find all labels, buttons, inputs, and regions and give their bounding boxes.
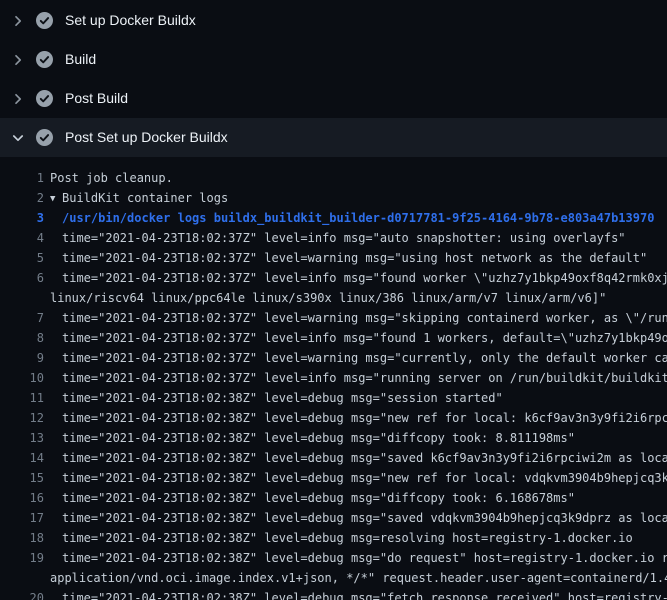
line-number[interactable]: 19 [0, 548, 44, 568]
log-row: 8 time="2021-04-23T18:02:37Z" level=info … [0, 328, 667, 348]
line-number [0, 288, 44, 308]
line-number[interactable]: 6 [0, 268, 44, 288]
line-number[interactable]: 20 [0, 588, 44, 600]
log-row: 14 time="2021-04-23T18:02:38Z" level=debu… [0, 448, 667, 468]
log-text: time="2021-04-23T18:02:38Z" level=debug … [62, 391, 503, 405]
log-text: time="2021-04-23T18:02:37Z" level=info m… [62, 231, 626, 245]
log-text: time="2021-04-23T18:02:37Z" level=warnin… [62, 251, 647, 265]
log-row: 5 time="2021-04-23T18:02:37Z" level=warni… [0, 248, 667, 268]
log-lines: 1 Post job cleanup. 2 ▼BuildKit container l… [0, 157, 667, 600]
log-row: 4 time="2021-04-23T18:02:37Z" level=info … [0, 228, 667, 248]
log-text: /usr/bin/docker logs buildx_buildkit_bui… [62, 211, 654, 225]
log-row: 18 time="2021-04-23T18:02:38Z" level=debu… [0, 528, 667, 548]
log-continuation-row: linux/riscv64 linux/ppc64le linux/s390x … [0, 288, 667, 308]
step-row[interactable]: Set up Docker Buildx [0, 1, 667, 40]
log-continuation-row: application/vnd.oci.image.index.v1+json,… [0, 568, 667, 588]
log-text: time="2021-04-23T18:02:38Z" level=debug … [62, 511, 667, 525]
log-text: time="2021-04-23T18:02:38Z" level=debug … [62, 451, 667, 465]
step-label: Post Set up Docker Buildx [65, 118, 228, 157]
log-row: 17 time="2021-04-23T18:02:38Z" level=debu… [0, 508, 667, 528]
line-number[interactable]: 7 [0, 308, 44, 328]
line-number[interactable]: 11 [0, 388, 44, 408]
check-circle-icon [36, 12, 53, 29]
log-text: BuildKit container logs [62, 191, 228, 205]
line-number[interactable]: 15 [0, 468, 44, 488]
check-circle-icon [36, 90, 53, 107]
log-command-row: 3/usr/bin/docker logs buildx_buildkit_bu… [0, 208, 667, 228]
log-row: 1 Post job cleanup. [0, 168, 667, 188]
line-number[interactable]: 2 [0, 188, 44, 208]
chevron-right-icon[interactable] [10, 13, 26, 29]
chevron-down-icon[interactable] [10, 130, 26, 146]
line-number[interactable]: 9 [0, 348, 44, 368]
log-row: 12 time="2021-04-23T18:02:38Z" level=debu… [0, 408, 667, 428]
log-text: time="2021-04-23T18:02:37Z" level=info m… [62, 371, 667, 385]
line-number[interactable]: 10 [0, 368, 44, 388]
log-text: time="2021-04-23T18:02:38Z" level=debug … [62, 591, 667, 600]
step-label: Post Build [65, 79, 128, 118]
chevron-right-icon[interactable] [10, 91, 26, 107]
log-row: 13 time="2021-04-23T18:02:38Z" level=debu… [0, 428, 667, 448]
line-number[interactable]: 4 [0, 228, 44, 248]
step-row[interactable]: Post Build [0, 79, 667, 118]
log-text: time="2021-04-23T18:02:38Z" level=debug … [62, 491, 575, 505]
step-row[interactable]: Post Set up Docker Buildx [0, 118, 667, 157]
line-number[interactable]: 8 [0, 328, 44, 348]
log-text: application/vnd.oci.image.index.v1+json,… [50, 571, 667, 585]
log-text: time="2021-04-23T18:02:37Z" level=warnin… [62, 351, 667, 365]
log-text: time="2021-04-23T18:02:38Z" level=debug … [62, 531, 633, 545]
line-number[interactable]: 16 [0, 488, 44, 508]
log-row: 19 time="2021-04-23T18:02:38Z" level=debu… [0, 548, 667, 568]
line-number[interactable]: 5 [0, 248, 44, 268]
log-row: 7 time="2021-04-23T18:02:37Z" level=warni… [0, 308, 667, 328]
log-text: time="2021-04-23T18:02:37Z" level=warnin… [62, 311, 667, 325]
log-text: Post job cleanup. [50, 171, 173, 185]
log-row: 16 time="2021-04-23T18:02:38Z" level=debu… [0, 488, 667, 508]
log-text: time="2021-04-23T18:02:37Z" level=info m… [62, 331, 667, 345]
line-number[interactable]: 1 [0, 168, 44, 188]
log-group-row[interactable]: 2 ▼BuildKit container logs [0, 188, 667, 208]
log-row: 15 time="2021-04-23T18:02:38Z" level=debu… [0, 468, 667, 488]
log-row: 9 time="2021-04-23T18:02:37Z" level=warni… [0, 348, 667, 368]
log-text: time="2021-04-23T18:02:38Z" level=debug … [62, 471, 667, 485]
step-label: Set up Docker Buildx [65, 1, 196, 40]
steps-list: Set up Docker BuildxBuildPost BuildPost … [0, 0, 667, 157]
line-number[interactable]: 13 [0, 428, 44, 448]
line-number[interactable]: 3 [0, 208, 44, 228]
check-circle-icon [36, 129, 53, 146]
log-row: 11 time="2021-04-23T18:02:38Z" level=debu… [0, 388, 667, 408]
log-text: time="2021-04-23T18:02:38Z" level=debug … [62, 551, 667, 565]
log-row: 6 time="2021-04-23T18:02:37Z" level=info … [0, 268, 667, 288]
chevron-right-icon[interactable] [10, 52, 26, 68]
log-text: time="2021-04-23T18:02:38Z" level=debug … [62, 411, 667, 425]
log-row: 10 time="2021-04-23T18:02:37Z" level=info… [0, 368, 667, 388]
step-row[interactable]: Build [0, 40, 667, 79]
line-number[interactable]: 12 [0, 408, 44, 428]
collapse-triangle-icon[interactable]: ▼ [50, 189, 62, 208]
log-text: time="2021-04-23T18:02:37Z" level=info m… [62, 271, 667, 285]
line-number[interactable]: 18 [0, 528, 44, 548]
log-row: 20 time="2021-04-23T18:02:38Z" level=debu… [0, 588, 667, 600]
log-text: linux/riscv64 linux/ppc64le linux/s390x … [50, 291, 606, 305]
line-number [0, 568, 44, 588]
workflow-log-panel: Set up Docker BuildxBuildPost BuildPost … [0, 0, 667, 600]
log-text: time="2021-04-23T18:02:38Z" level=debug … [62, 431, 575, 445]
check-circle-icon [36, 51, 53, 68]
line-number[interactable]: 14 [0, 448, 44, 468]
step-label: Build [65, 40, 96, 79]
line-number[interactable]: 17 [0, 508, 44, 528]
